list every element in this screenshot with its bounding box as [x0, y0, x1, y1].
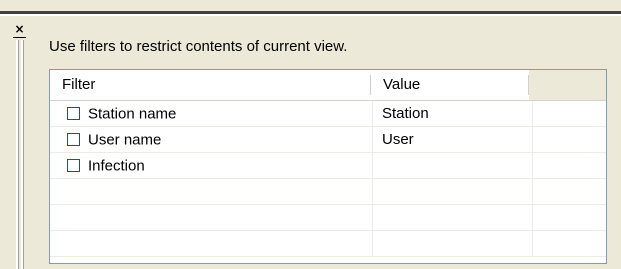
grid-header: Filter Value	[50, 70, 606, 101]
column-header-filter[interactable]: Filter	[50, 70, 371, 100]
grip-bar	[16, 40, 19, 269]
column-separator[interactable]	[528, 75, 529, 95]
extra-cell	[532, 127, 606, 152]
pane-grip-handle[interactable]	[14, 40, 28, 269]
column-separator[interactable]	[370, 75, 371, 95]
filter-pane: × Use filters to restrict contents of cu…	[0, 0, 621, 269]
grip-bar	[21, 40, 24, 269]
filter-cell	[50, 205, 372, 230]
value-cell-user[interactable]: User	[372, 127, 532, 152]
extra-cell	[532, 101, 606, 126]
close-icon[interactable]: ×	[13, 23, 26, 38]
filter-label: Station name	[88, 105, 177, 123]
column-header-extra[interactable]	[529, 70, 606, 100]
extra-cell	[532, 231, 606, 256]
filter-cell: Station name	[50, 101, 372, 126]
extra-cell	[532, 153, 606, 178]
value-cell	[372, 205, 532, 230]
station-name-checkbox[interactable]	[67, 107, 80, 120]
filter-row-infection[interactable]: Infection	[50, 153, 606, 179]
user-name-checkbox[interactable]	[67, 133, 80, 146]
empty-row	[50, 231, 606, 257]
filter-hint-text: Use filters to restrict contents of curr…	[49, 38, 348, 55]
filter-row-user-name[interactable]: User name User	[50, 127, 606, 153]
infection-checkbox[interactable]	[67, 159, 80, 172]
filter-label: User name	[88, 131, 162, 149]
value-cell-station[interactable]: Station	[372, 101, 532, 126]
value-cell	[372, 179, 532, 204]
filter-cell	[50, 179, 372, 204]
column-header-value[interactable]: Value	[371, 70, 529, 100]
filter-label: Infection	[88, 157, 145, 175]
value-cell-infection[interactable]	[372, 153, 532, 178]
empty-row	[50, 179, 606, 205]
filter-row-station-name[interactable]: Station name Station	[50, 101, 606, 127]
filter-cell: User name	[50, 127, 372, 152]
empty-row	[50, 205, 606, 231]
filter-cell	[50, 231, 372, 256]
extra-cell	[532, 205, 606, 230]
value-cell	[372, 231, 532, 256]
filter-cell: Infection	[50, 153, 372, 178]
filter-grid: Filter Value Station name Station User n…	[49, 69, 607, 264]
extra-cell	[532, 179, 606, 204]
top-highlight	[0, 14, 621, 16]
